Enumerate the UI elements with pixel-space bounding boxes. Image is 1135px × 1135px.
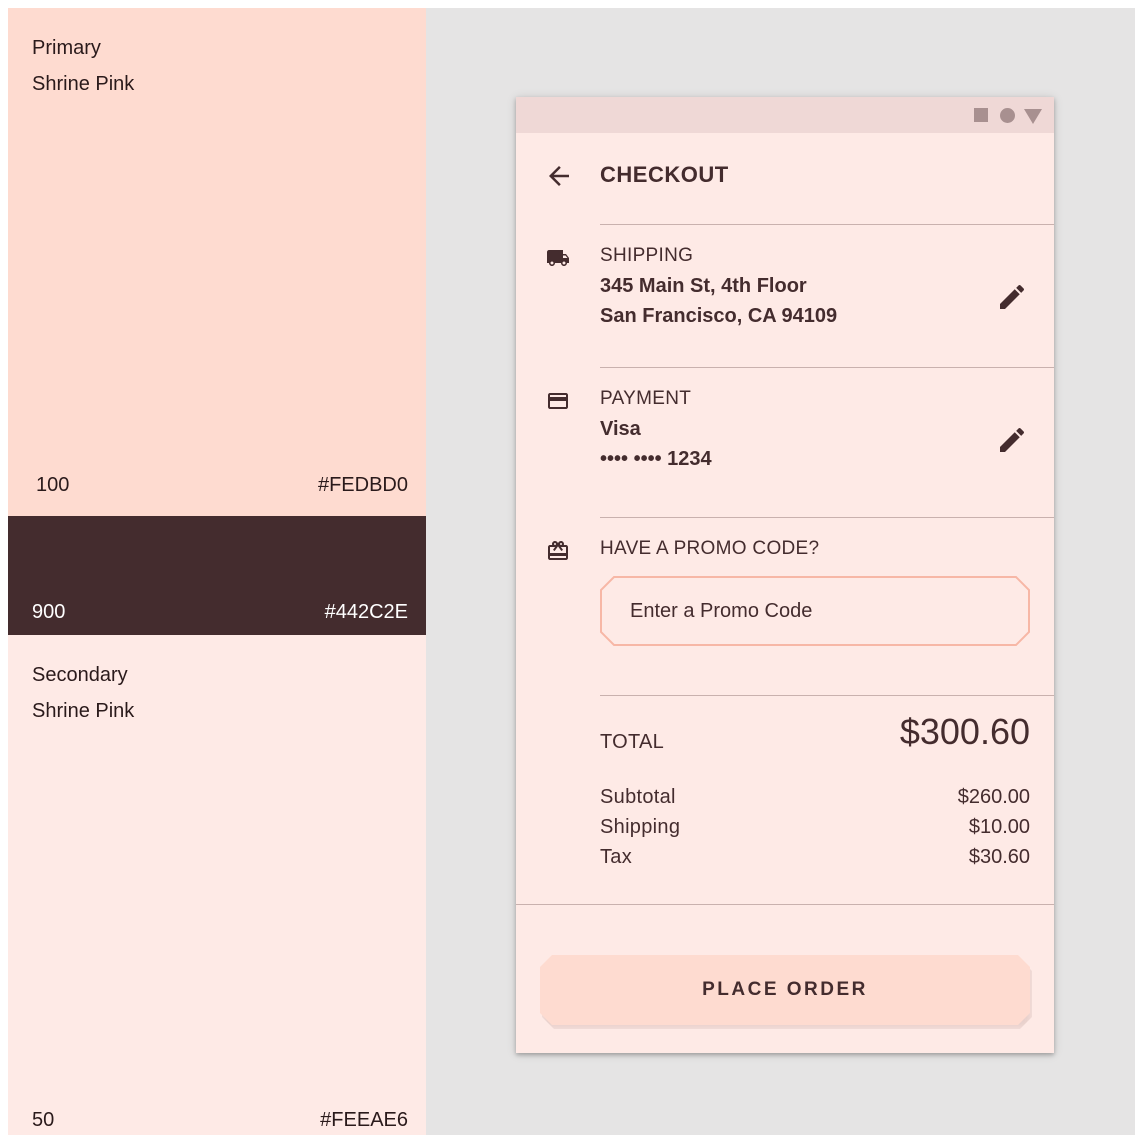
phone-screen: CHECKOUT SHIPPING 345 Main St, 4th Floor…	[516, 97, 1054, 1053]
promo-label: HAVE A PROMO CODE?	[600, 538, 820, 559]
payment-card-number: •••• •••• 1234	[600, 448, 712, 470]
divider	[600, 224, 1054, 225]
truck-icon	[547, 250, 569, 266]
total-label: TOTAL	[600, 731, 665, 753]
color-palette: Primary Shrine Pink 100 #FEDBD0 900 #442…	[8, 8, 426, 1135]
swatch-tone: 900	[32, 601, 66, 623]
swatch-hex: #FEEAE6	[320, 1109, 408, 1131]
credit-card-icon	[548, 393, 568, 409]
divider	[600, 695, 1054, 696]
swatch-tone: 100	[36, 474, 70, 496]
shipping-address-line1: 345 Main St, 4th Floor	[600, 275, 807, 297]
page-title: CHECKOUT	[600, 162, 729, 187]
swatch-title: Primary Shrine Pink	[32, 30, 134, 102]
tax-value: $30.60	[968, 846, 1030, 868]
payment-label: PAYMENT	[600, 388, 692, 409]
arrow-left-icon[interactable]	[544, 161, 574, 191]
total-value: $300.60	[899, 711, 1030, 752]
payment-card-type: Visa	[600, 418, 641, 440]
shipping-address-line2: San Francisco, CA 94109	[600, 305, 838, 327]
edit-payment-button[interactable]	[996, 424, 1028, 456]
swatch-title-line1: Secondary	[32, 664, 128, 686]
subtotal-value: $260.00	[957, 786, 1030, 808]
square-icon	[974, 108, 988, 122]
swatch-title-line2: Shrine Pink	[32, 73, 135, 95]
divider	[600, 517, 1054, 518]
tax-label: Tax	[600, 846, 633, 868]
circle-icon	[1000, 108, 1015, 123]
swatch-hex: #442C2E	[324, 601, 408, 623]
swatch-primary-100: Primary Shrine Pink 100 #FEDBD0	[8, 8, 426, 516]
triangle-icon	[1024, 109, 1042, 124]
canvas: Primary Shrine Pink 100 #FEDBD0 900 #442…	[8, 8, 1135, 1135]
swatch-title-line1: Primary	[32, 37, 101, 59]
swatch-title: Secondary Shrine Pink	[32, 657, 134, 729]
shipping-cost-value: $10.00	[968, 816, 1030, 838]
swatch-hex: #FEDBD0	[317, 474, 408, 496]
edit-shipping-button[interactable]	[996, 281, 1028, 313]
divider	[516, 904, 1054, 905]
divider	[600, 367, 1054, 368]
shipping-cost-label: Shipping	[600, 816, 681, 838]
swatch-tone: 50	[32, 1109, 55, 1131]
swatch-title-line2: Shrine Pink	[32, 700, 135, 722]
place-order-button[interactable]: PLACE ORDER	[540, 955, 1030, 1025]
gift-card-icon	[548, 541, 568, 560]
swatch-primary-900: 900 #442C2E	[8, 516, 426, 635]
subtotal-label: Subtotal	[600, 786, 676, 808]
swatch-secondary-50: Secondary Shrine Pink 50 #FEEAE6	[8, 635, 426, 1135]
promo-code-input[interactable]	[600, 576, 1030, 646]
shipping-label: SHIPPING	[600, 245, 694, 266]
status-bar	[516, 97, 1054, 133]
